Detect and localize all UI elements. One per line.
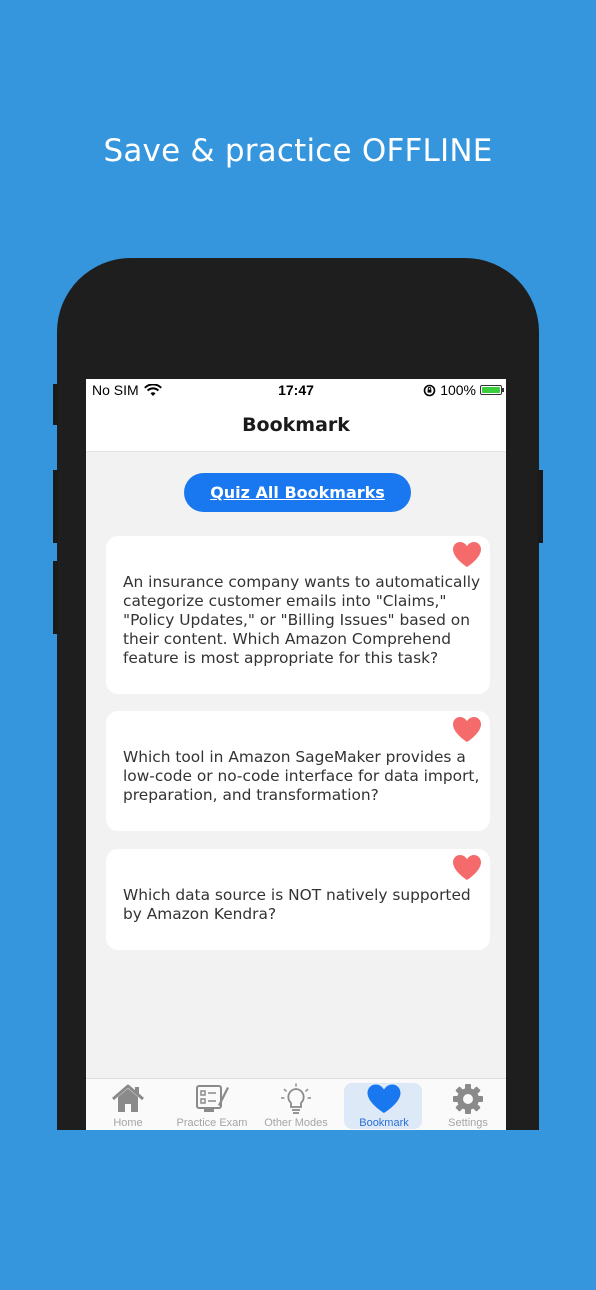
orientation-lock-icon — [423, 384, 436, 396]
bookmark-card[interactable]: Which data source is NOT natively suppor… — [106, 849, 490, 950]
tab-label: Settings — [448, 1117, 488, 1129]
tab-home[interactable]: Home — [86, 1079, 170, 1130]
quiz-all-bookmarks-button[interactable]: Quiz All Bookmarks — [184, 473, 411, 512]
tab-label: Practice Exam — [176, 1117, 248, 1129]
bookmark-question: An insurance company wants to automatica… — [123, 573, 481, 667]
status-bar: No SIM 17:47 100% — [86, 379, 506, 401]
tab-other-modes[interactable]: Other Modes — [254, 1079, 338, 1130]
app-screen: No SIM 17:47 100% Bookmark Quiz All Book… — [86, 379, 506, 1130]
phone-side-button-mute — [53, 384, 58, 425]
tab-label: Other Modes — [264, 1117, 328, 1129]
page-title: Bookmark — [242, 414, 350, 436]
tab-settings[interactable]: Settings — [426, 1079, 506, 1130]
bookmark-card[interactable]: An insurance company wants to automatica… — [106, 536, 490, 694]
tab-bookmark[interactable]: Bookmark — [342, 1079, 426, 1130]
bookmark-card[interactable]: Which tool in Amazon SageMaker provides … — [106, 711, 490, 831]
battery-percent: 100% — [440, 382, 476, 398]
battery-icon — [480, 385, 504, 395]
phone-side-button-volume-down — [53, 561, 58, 634]
phone-side-button-volume-up — [53, 470, 58, 543]
tab-practice-exam[interactable]: Practice Exam — [170, 1079, 254, 1130]
tab-bar: Home Practice Exam Other Modes Bookmark … — [86, 1078, 506, 1130]
tab-label: Home — [113, 1117, 143, 1129]
navigation-bar: Bookmark — [86, 401, 506, 452]
phone-side-button-power — [538, 470, 543, 543]
heart-icon — [367, 1084, 401, 1113]
heart-icon[interactable] — [452, 854, 482, 881]
bookmark-question: Which tool in Amazon SageMaker provides … — [123, 748, 480, 804]
bookmark-question: Which data source is NOT natively suppor… — [123, 886, 471, 923]
promo-headline: Save & practice OFFLINE — [103, 133, 493, 169]
heart-icon[interactable] — [452, 541, 482, 568]
lightbulb-icon — [281, 1083, 311, 1114]
exam-icon — [196, 1085, 229, 1112]
heart-icon[interactable] — [452, 716, 482, 743]
gear-icon — [453, 1084, 483, 1114]
tab-label: Bookmark — [359, 1117, 409, 1129]
home-icon — [112, 1084, 144, 1112]
